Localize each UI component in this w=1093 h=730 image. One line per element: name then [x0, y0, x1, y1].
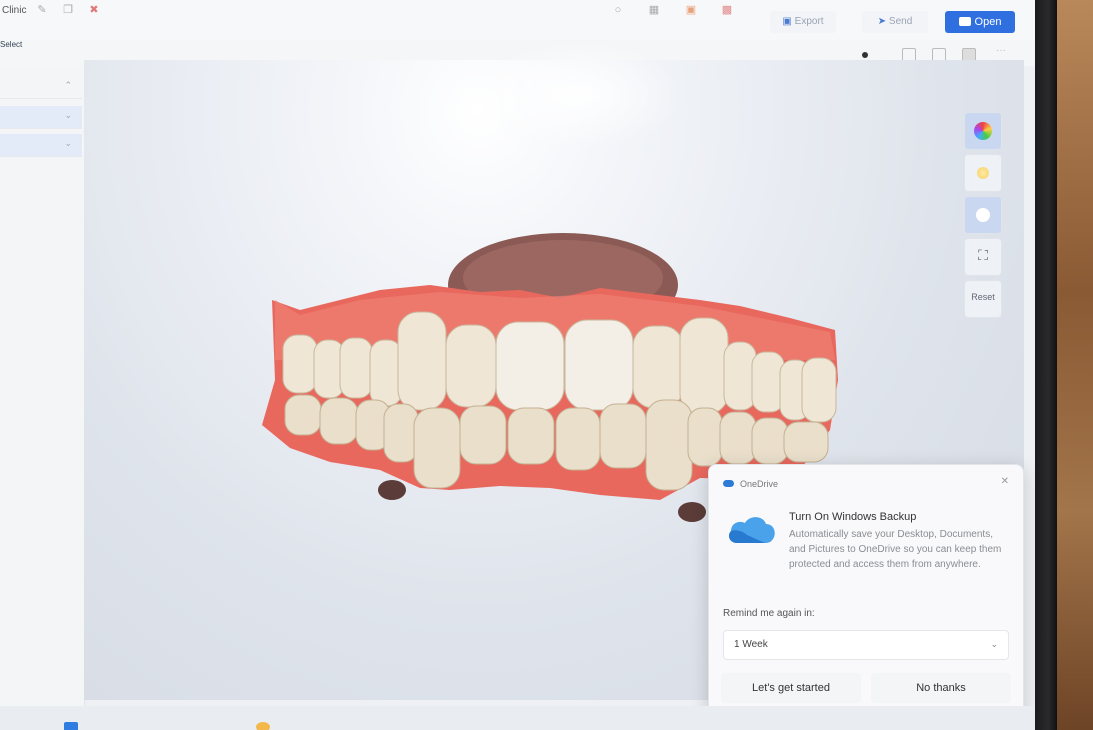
folder-icon [958, 17, 971, 26]
tooth [397, 311, 447, 411]
tooth [751, 417, 789, 465]
onedrive-cloud-icon [729, 517, 775, 543]
tooth [507, 407, 555, 465]
monitor-bezel [1035, 0, 1057, 730]
file-explorer-icon[interactable] [256, 722, 270, 730]
tooth [339, 337, 373, 399]
tooth [645, 399, 693, 491]
tooth [319, 397, 359, 445]
notification-header: OneDrive [723, 475, 778, 489]
tooth [751, 351, 785, 413]
left-sidebar: ⌃ ⌄ ⌄ [0, 66, 85, 706]
tooth [723, 341, 757, 411]
onedrive-small-icon [723, 480, 734, 488]
background-surface [1057, 0, 1093, 730]
reset-view-button[interactable]: Reset [964, 280, 1002, 318]
notification-title: Turn On Windows Backup [789, 511, 917, 523]
sidebar-row[interactable]: ⌃ [0, 76, 82, 99]
export-label: Export [794, 16, 824, 27]
sphere-icon [976, 208, 990, 222]
delete-icon[interactable]: ✖ [88, 4, 100, 16]
chevron-up-icon: ⌃ [64, 80, 72, 90]
app-screen: Clinic ✎ ❐ ✖ ○ ▦ ▣ ▩ ▣ Export ➤ Send Ope… [0, 0, 1035, 730]
shading-button[interactable] [964, 196, 1002, 234]
lets-get-started-button[interactable]: Let's get started [721, 673, 861, 703]
taskbar [0, 706, 1035, 730]
tooth [284, 394, 322, 436]
export-button[interactable]: ▣ Export [770, 11, 836, 33]
tooth [413, 407, 461, 489]
fit-view-icon: ⛶ [978, 247, 988, 263]
fit-view-button[interactable]: ⛶ [964, 238, 1002, 276]
tab-select[interactable]: Select [0, 40, 22, 49]
sidebar-row[interactable]: ⌄ [0, 134, 82, 157]
tooth [719, 411, 757, 465]
image-icon[interactable]: ▣ [685, 4, 697, 16]
copy-icon[interactable]: ❐ [62, 4, 74, 16]
tooth [687, 407, 723, 467]
model-base-left [378, 480, 406, 500]
color-wheel-icon [974, 122, 992, 140]
color-texture-button[interactable] [964, 112, 1002, 150]
send-button[interactable]: ➤ Send [862, 11, 928, 33]
send-icon: ➤ [877, 16, 887, 27]
tooth [632, 325, 684, 409]
undo-icon[interactable]: ○ [612, 4, 624, 16]
tooth [369, 339, 403, 407]
reset-view-label: Reset [971, 292, 995, 302]
tooth [564, 319, 634, 411]
chevron-down-icon: ⌄ [64, 138, 72, 148]
start-icon[interactable] [64, 722, 78, 730]
tooth [282, 334, 318, 394]
notification-body: Automatically save your Desktop, Documen… [789, 529, 1002, 570]
point-tool-icon[interactable] [862, 52, 868, 58]
model-base-right [678, 502, 706, 522]
close-icon[interactable]: ✕ [1001, 476, 1009, 487]
grid-icon[interactable]: ▦ [648, 4, 660, 16]
title-bar: Clinic ✎ ❐ ✖ ○ ▦ ▣ ▩ ▣ Export ➤ Send Ope… [0, 0, 1035, 41]
remind-interval-value: 1 Week [734, 639, 768, 650]
export-icon: ▣ [782, 16, 792, 27]
remind-interval-dropdown[interactable]: 1 Week ⌄ [723, 630, 1009, 660]
notification-app-name: OneDrive [740, 478, 779, 489]
record-icon[interactable]: ▩ [721, 4, 733, 16]
tooth [783, 421, 829, 463]
tooth [445, 324, 497, 408]
tooth [599, 403, 647, 469]
chevron-down-icon: ⌄ [990, 639, 998, 649]
send-label: Send [888, 16, 913, 27]
more-icon[interactable]: ··· [996, 45, 1008, 57]
tooth [383, 403, 419, 463]
open-label: Open [974, 16, 1002, 28]
chevron-down-icon: ⌄ [64, 110, 72, 120]
light-bulb-icon [977, 167, 989, 179]
window-title: Clinic [2, 5, 27, 16]
sidebar-row[interactable]: ⌄ [0, 106, 82, 129]
tooth [459, 405, 507, 465]
edit-icon[interactable]: ✎ [36, 4, 48, 16]
no-thanks-button[interactable]: No thanks [871, 673, 1011, 703]
tooth [679, 317, 729, 415]
tooth [555, 407, 601, 471]
tooth [801, 357, 837, 423]
onedrive-notification: OneDrive ✕ Turn On Windows Backup Automa… [708, 464, 1024, 716]
remind-label: Remind me again in: [723, 608, 815, 619]
tooth [495, 321, 565, 411]
lighting-button[interactable] [964, 154, 1002, 192]
open-button[interactable]: Open [945, 11, 1015, 33]
